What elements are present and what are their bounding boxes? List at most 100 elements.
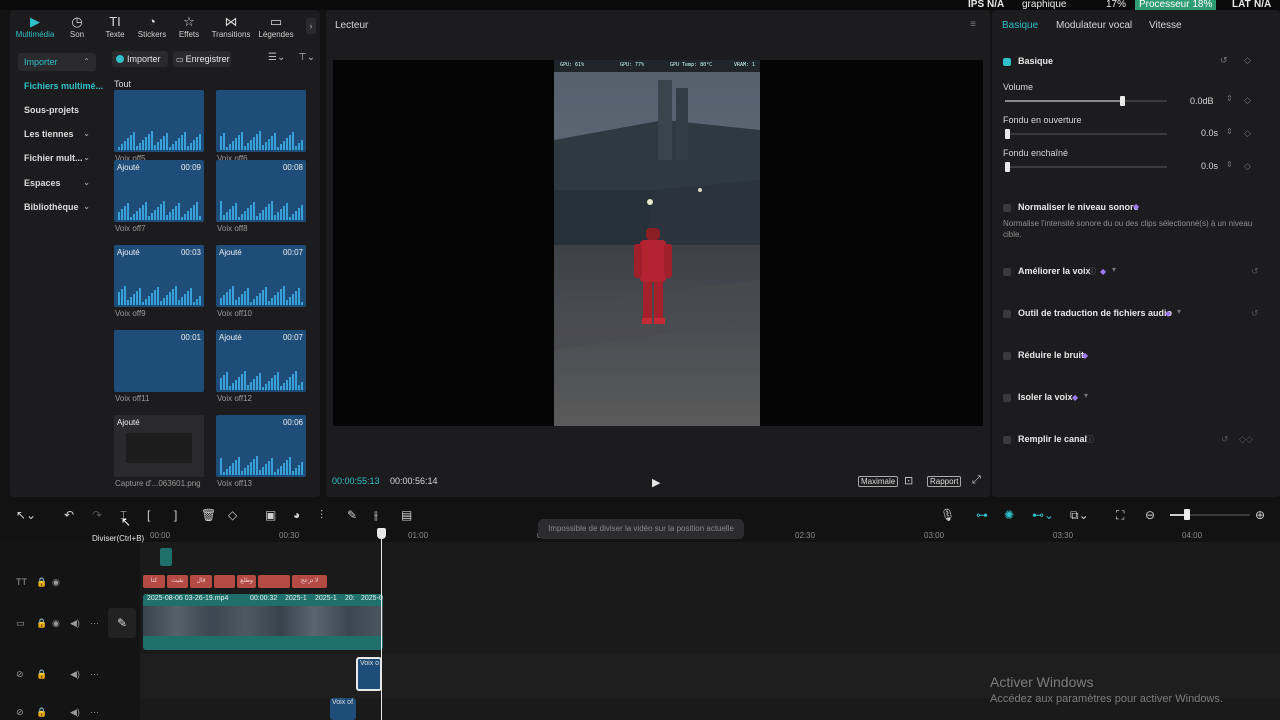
enhance-voice-checkbox[interactable] xyxy=(1003,268,1011,276)
keyframe-icon[interactable]: ◇◇ xyxy=(1239,434,1253,445)
text-clip[interactable] xyxy=(214,575,235,588)
text-clip[interactable]: كنا xyxy=(143,575,165,588)
tabs-scroll-right-icon[interactable]: › xyxy=(306,18,316,34)
microphone-icon[interactable]: 🎙 xyxy=(940,508,955,522)
sidebar-item-importer[interactable]: Importer ⌃ xyxy=(18,53,96,71)
volume-knob[interactable] xyxy=(1119,96,1125,106)
isolate-voice-checkbox[interactable] xyxy=(1003,394,1011,402)
text-clip[interactable]: قال xyxy=(190,575,212,588)
more-icon[interactable]: ··· xyxy=(90,707,99,717)
fade-out-knob[interactable] xyxy=(1005,162,1010,172)
media-thumbnail[interactable]: Ajouté 00:09 xyxy=(114,160,204,222)
shield-icon[interactable]: ◇ xyxy=(228,508,237,522)
basique-checkbox[interactable] xyxy=(1003,58,1011,66)
import-button[interactable]: Importer xyxy=(112,51,168,67)
translate-audio-checkbox[interactable] xyxy=(1003,310,1011,318)
delete-icon[interactable]: 🗑 xyxy=(201,508,216,522)
reset-icon[interactable]: ↺ xyxy=(1220,55,1228,66)
magnet-icon[interactable]: ✺ xyxy=(1004,508,1014,522)
eye-icon[interactable]: ◉ xyxy=(52,618,60,629)
keyframe-icon[interactable]: ◇ xyxy=(1244,55,1251,66)
tab-modulateur-vocal[interactable]: Modulateur vocal xyxy=(1056,20,1132,31)
tab-transitions[interactable]: ⋈ Transitions xyxy=(208,14,254,39)
sticker-clip[interactable] xyxy=(160,548,172,566)
reduce-noise-checkbox[interactable] xyxy=(1003,352,1011,360)
reset-icon[interactable]: ↺ xyxy=(1221,434,1229,445)
keyframe-icon[interactable]: ◇ xyxy=(1244,128,1251,139)
zoom-in-icon[interactable]: ⊕ xyxy=(1255,508,1265,522)
fade-out-value[interactable]: 0.0s xyxy=(1201,161,1218,171)
snap-icon[interactable]: ⊷⌄ xyxy=(1032,508,1054,522)
tab-effets[interactable]: ☆ Effets xyxy=(166,14,212,39)
volume-value[interactable]: 0.0dB xyxy=(1190,96,1214,106)
media-thumbnail[interactable] xyxy=(114,90,204,152)
sidebar-item-espaces[interactable]: Espaces ⌄ xyxy=(18,174,96,192)
tab-basique[interactable]: Basique xyxy=(1002,20,1038,31)
tab-vitesse[interactable]: Vitesse xyxy=(1149,20,1182,31)
lock-icon[interactable]: 🔒 xyxy=(36,618,47,629)
audio-clip[interactable]: Voix of xyxy=(330,698,356,720)
audio-clip-selected[interactable]: Voix o xyxy=(356,657,382,691)
lock-icon[interactable]: 🔒 xyxy=(36,707,47,718)
media-thumbnail[interactable]: 00:01 xyxy=(114,330,204,392)
media-thumbnail[interactable]: Ajouté xyxy=(114,415,204,477)
media-replace-icon[interactable]: ▣ xyxy=(265,508,276,522)
fade-in-knob[interactable] xyxy=(1005,129,1010,139)
speaker-icon[interactable]: ◀) xyxy=(70,618,80,629)
media-thumbnail[interactable]: 00:06 xyxy=(216,415,306,477)
chevron-down-icon[interactable]: ▾ xyxy=(1084,391,1088,400)
reset-icon[interactable]: ↺ xyxy=(1251,308,1259,319)
fullscreen-timeline-icon[interactable]: ⛶ xyxy=(1116,508,1124,523)
playhead[interactable] xyxy=(381,528,382,720)
fade-out-slider[interactable] xyxy=(1005,166,1167,168)
text-clip[interactable] xyxy=(258,575,290,588)
text-clip[interactable]: لا تزعج xyxy=(292,575,327,588)
zoom-slider[interactable] xyxy=(1170,514,1250,516)
record-button[interactable]: ▭ Enregistrer xyxy=(173,51,231,67)
list-view-icon[interactable]: ☰⌄ xyxy=(268,52,285,63)
trim-left-icon[interactable]: [ xyxy=(147,508,150,522)
text-clip[interactable]: وطلع xyxy=(237,575,256,588)
text-clip[interactable]: بقيت xyxy=(167,575,188,588)
info-icon[interactable]: ⓘ xyxy=(1086,434,1094,445)
sidebar-item-fichiers[interactable]: Fichiers multimé... xyxy=(18,77,103,95)
playhead-handle[interactable] xyxy=(377,528,386,539)
stepper-icon[interactable]: ⇕ xyxy=(1226,160,1233,169)
lock-icon[interactable]: 🔒 xyxy=(36,577,47,588)
chevron-down-icon[interactable]: ▾ xyxy=(1177,307,1181,316)
trim-right-icon[interactable]: ] xyxy=(174,508,177,522)
freeze-icon[interactable]: ⫲ xyxy=(374,508,378,523)
menu-icon[interactable]: ≡ xyxy=(970,19,976,30)
tab-legendes[interactable]: ▭ Légendes xyxy=(253,14,299,39)
volume-slider[interactable] xyxy=(1005,100,1167,102)
adjust-icon[interactable]: ⫶ xyxy=(320,508,323,523)
zoom-knob[interactable] xyxy=(1184,509,1190,520)
stepper-icon[interactable]: ⇕ xyxy=(1226,127,1233,136)
select-tool-icon[interactable]: ↖⌄ xyxy=(16,508,36,522)
sidebar-item-fichier-mult[interactable]: Fichier mult... ⌄ xyxy=(18,149,96,167)
reset-icon[interactable]: ↺ xyxy=(1251,266,1259,277)
chevron-down-icon[interactable]: ▾ xyxy=(1112,265,1116,274)
ratio-button[interactable]: Rapport xyxy=(927,476,962,487)
preview-axis-icon[interactable]: ⧉⌄ xyxy=(1070,508,1089,523)
lock-icon[interactable]: 🔒 xyxy=(36,669,47,680)
redo-icon[interactable]: ↷ xyxy=(92,508,102,522)
fade-in-slider[interactable] xyxy=(1005,133,1167,135)
media-thumbnail[interactable] xyxy=(216,90,306,152)
media-thumbnail[interactable]: Ajouté 00:07 xyxy=(216,330,306,392)
crop-icon[interactable]: ▤ xyxy=(401,508,412,522)
filter-icon[interactable]: ⊤⌄ xyxy=(298,52,315,63)
tab-multimedia[interactable]: ▶ Multimédia xyxy=(12,14,58,39)
zoom-fit-icon[interactable]: ⊡ xyxy=(904,474,913,487)
play-button[interactable]: ▶ xyxy=(652,476,660,489)
keyframe-icon[interactable]: ◇ xyxy=(1244,95,1251,106)
zoom-out-icon[interactable]: ⊖ xyxy=(1145,508,1155,522)
fullscreen-icon[interactable]: ⤢ xyxy=(972,474,981,487)
magic-icon[interactable]: ✎ xyxy=(347,508,357,522)
video-viewport[interactable]: GPU: 61% GPU: 77% GPU Temp: 80°C VRAM: 1 xyxy=(333,60,983,426)
media-thumbnail[interactable]: 00:08 xyxy=(216,160,306,222)
media-thumbnail[interactable]: Ajouté 00:07 xyxy=(216,245,306,307)
info-icon[interactable]: ⓘ xyxy=(1088,266,1096,277)
color-icon[interactable]: ◕ xyxy=(293,508,300,522)
fill-channel-checkbox[interactable] xyxy=(1003,436,1011,444)
